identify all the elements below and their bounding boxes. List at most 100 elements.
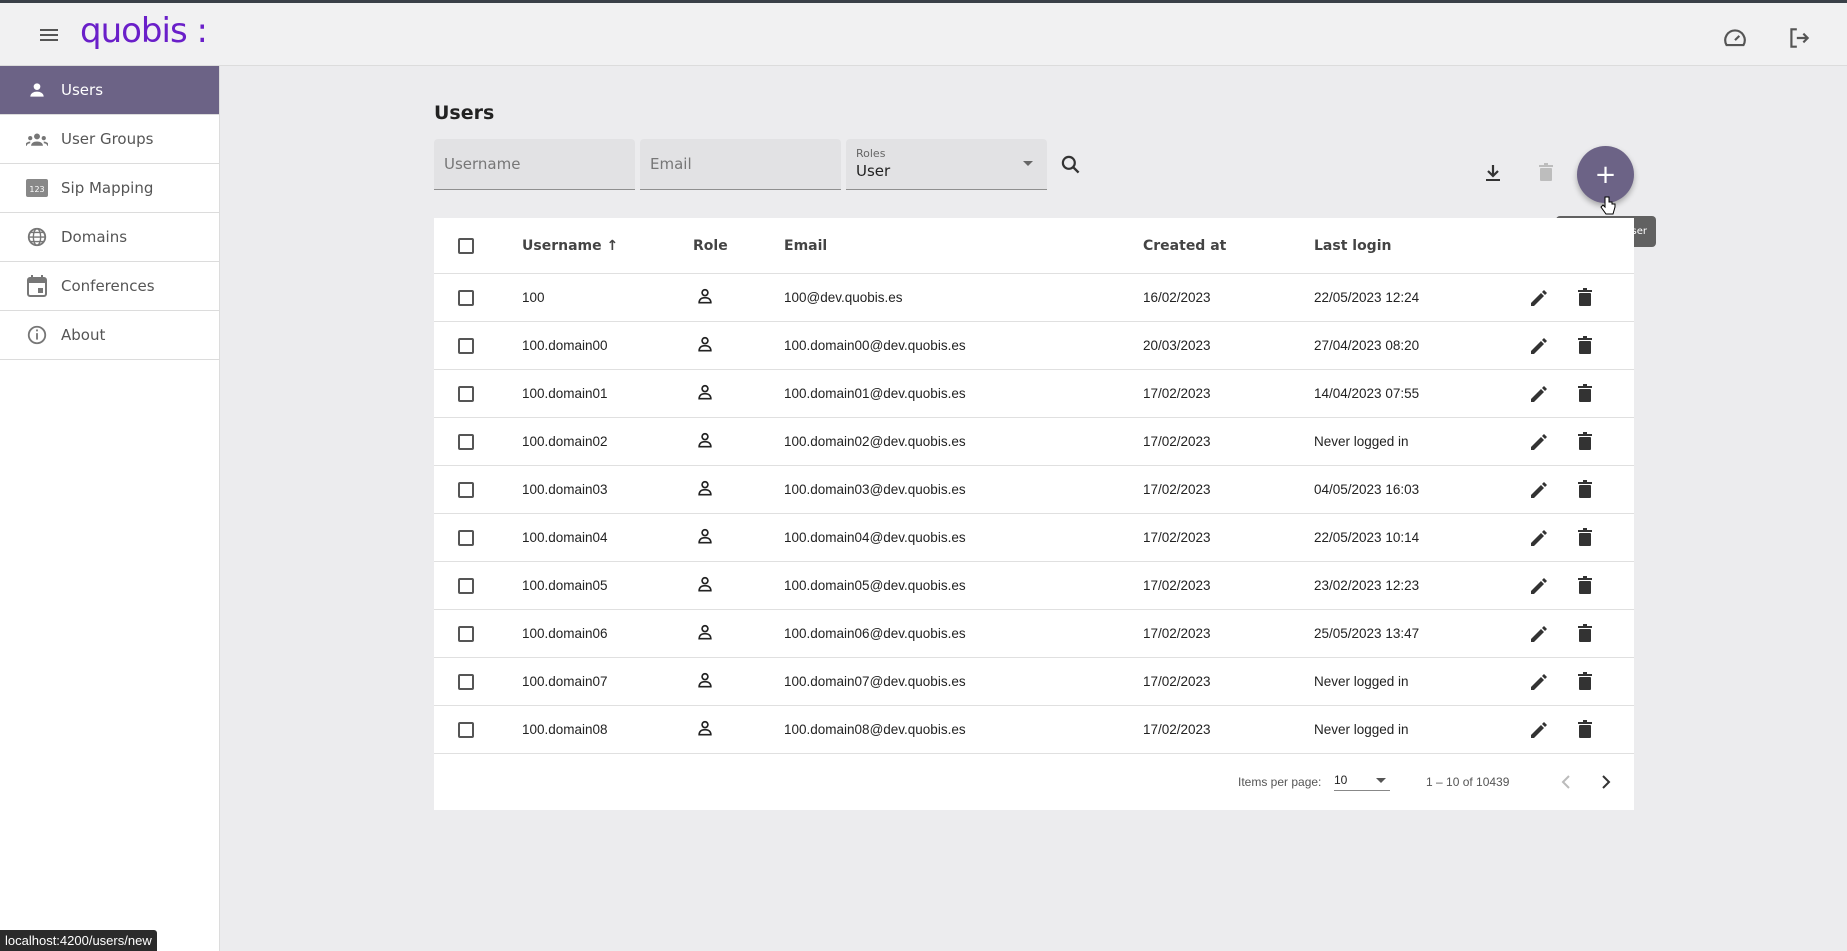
- username-cell: 100.domain00: [522, 338, 608, 353]
- row-checkbox[interactable]: [458, 673, 474, 690]
- email-cell: 100.domain07@dev.quobis.es: [784, 674, 966, 689]
- edit-icon[interactable]: [1527, 334, 1551, 358]
- logout-icon[interactable]: [1786, 25, 1812, 51]
- created-at-cell: 17/02/2023: [1143, 626, 1211, 641]
- roles-select-label: Roles: [856, 147, 886, 160]
- delete-selected-icon[interactable]: [1534, 161, 1558, 185]
- delete-icon[interactable]: [1573, 622, 1597, 646]
- last-login-cell: 27/04/2023 08:20: [1314, 338, 1420, 353]
- row-checkbox[interactable]: [458, 289, 474, 306]
- table-row: 100.domain07 100.domain07@dev.quobis.es …: [434, 658, 1634, 706]
- select-all-checkbox[interactable]: [458, 237, 474, 254]
- role-column-header: Role: [693, 237, 728, 254]
- user-role-icon: [695, 718, 715, 741]
- row-select-cell: [458, 418, 474, 465]
- username-filter-field[interactable]: [434, 139, 635, 190]
- row-select-cell: [458, 562, 474, 609]
- edit-icon[interactable]: [1527, 574, 1551, 598]
- created-at-cell: 17/02/2023: [1143, 434, 1211, 449]
- created-at-cell: 17/02/2023: [1143, 482, 1211, 497]
- menu-icon[interactable]: [36, 26, 62, 48]
- roles-select[interactable]: Roles User: [846, 139, 1047, 190]
- row-checkbox[interactable]: [458, 577, 474, 594]
- delete-icon[interactable]: [1573, 286, 1597, 310]
- username-column-header[interactable]: Username ↑: [522, 218, 618, 273]
- row-checkbox[interactable]: [458, 385, 474, 402]
- sidebar-item-conferences[interactable]: Conferences: [0, 262, 219, 311]
- role-cell: [695, 706, 715, 753]
- edit-icon[interactable]: [1527, 670, 1551, 694]
- quobis-logo: quobis :: [80, 11, 208, 51]
- edit-icon[interactable]: [1527, 622, 1551, 646]
- sidebar-item-about[interactable]: About: [0, 311, 219, 360]
- last-login-cell: 22/05/2023 10:14: [1314, 530, 1420, 545]
- delete-icon[interactable]: [1573, 718, 1597, 742]
- username-cell: 100.domain08: [522, 722, 608, 737]
- email-cell: 100.domain08@dev.quobis.es: [784, 722, 966, 737]
- username-cell: 100.domain01: [522, 386, 608, 401]
- edit-icon[interactable]: [1527, 478, 1551, 502]
- row-checkbox[interactable]: [458, 529, 474, 546]
- delete-icon[interactable]: [1573, 430, 1597, 454]
- sidebar-item-label: Conferences: [61, 277, 155, 295]
- table-row: 100.domain06 100.domain06@dev.quobis.es …: [434, 610, 1634, 658]
- edit-icon[interactable]: [1527, 382, 1551, 406]
- last-login-cell: 23/02/2023 12:23: [1314, 578, 1420, 593]
- last-login-cell: 22/05/2023 12:24: [1314, 290, 1420, 305]
- row-checkbox[interactable]: [458, 625, 474, 642]
- row-checkbox[interactable]: [458, 721, 474, 738]
- created-at-cell: 16/02/2023: [1143, 290, 1211, 305]
- row-select-cell: [458, 514, 474, 561]
- table-row: 100 100@dev.quobis.es 16/02/2023 22/05/2…: [434, 274, 1634, 322]
- page-title: Users: [434, 102, 495, 124]
- username-cell: 100.domain05: [522, 578, 608, 593]
- search-icon[interactable]: [1058, 152, 1084, 178]
- sidebar-item-user-groups[interactable]: User Groups: [0, 115, 219, 164]
- row-checkbox[interactable]: [458, 481, 474, 498]
- email-cell: 100.domain05@dev.quobis.es: [784, 578, 966, 593]
- row-select-cell: [458, 658, 474, 705]
- page-size-value: 10: [1334, 773, 1348, 787]
- username-cell: 100.domain03: [522, 482, 608, 497]
- role-cell: [695, 658, 715, 705]
- delete-icon[interactable]: [1573, 526, 1597, 550]
- email-cell: 100.domain02@dev.quobis.es: [784, 434, 966, 449]
- edit-icon[interactable]: [1527, 286, 1551, 310]
- username-header-label: Username: [522, 237, 602, 254]
- last-login-cell: 04/05/2023 16:03: [1314, 482, 1420, 497]
- table-row: 100.domain00 100.domain00@dev.quobis.es …: [434, 322, 1634, 370]
- edit-icon[interactable]: [1527, 526, 1551, 550]
- delete-icon[interactable]: [1573, 334, 1597, 358]
- email-cell: 100.domain01@dev.quobis.es: [784, 386, 966, 401]
- row-checkbox[interactable]: [458, 337, 474, 354]
- row-checkbox[interactable]: [458, 433, 474, 450]
- username-filter-input[interactable]: [434, 139, 635, 189]
- sidebar-item-label: User Groups: [61, 130, 154, 148]
- created-at-cell: 17/02/2023: [1143, 386, 1211, 401]
- row-select-cell: [458, 274, 474, 321]
- sidebar-item-sip-mapping[interactable]: 123 Sip Mapping: [0, 164, 219, 213]
- row-select-cell: [458, 322, 474, 369]
- delete-icon[interactable]: [1573, 670, 1597, 694]
- create-user-button[interactable]: +: [1577, 146, 1634, 203]
- delete-icon[interactable]: [1573, 382, 1597, 406]
- email-filter-input[interactable]: [640, 139, 841, 189]
- delete-icon[interactable]: [1573, 574, 1597, 598]
- delete-icon[interactable]: [1573, 478, 1597, 502]
- dashboard-speedometer-icon[interactable]: [1722, 25, 1748, 51]
- paginator: Items per page: 10 1 – 10 of 10439: [434, 754, 1634, 810]
- sidebar-item-users[interactable]: Users: [0, 66, 219, 115]
- edit-icon[interactable]: [1527, 430, 1551, 454]
- sidebar-item-domains[interactable]: Domains: [0, 213, 219, 262]
- download-icon[interactable]: [1481, 161, 1505, 185]
- next-page-icon[interactable]: [1594, 770, 1618, 794]
- email-filter-field[interactable]: [640, 139, 841, 190]
- previous-page-icon[interactable]: [1554, 770, 1578, 794]
- table-row: 100.domain02 100.domain02@dev.quobis.es …: [434, 418, 1634, 466]
- edit-icon[interactable]: [1527, 718, 1551, 742]
- row-select-cell: [458, 466, 474, 513]
- created-at-cell: 20/03/2023: [1143, 338, 1211, 353]
- user-role-icon: [695, 334, 715, 357]
- table-row: 100.domain01 100.domain01@dev.quobis.es …: [434, 370, 1634, 418]
- page-size-select[interactable]: 10: [1334, 769, 1390, 791]
